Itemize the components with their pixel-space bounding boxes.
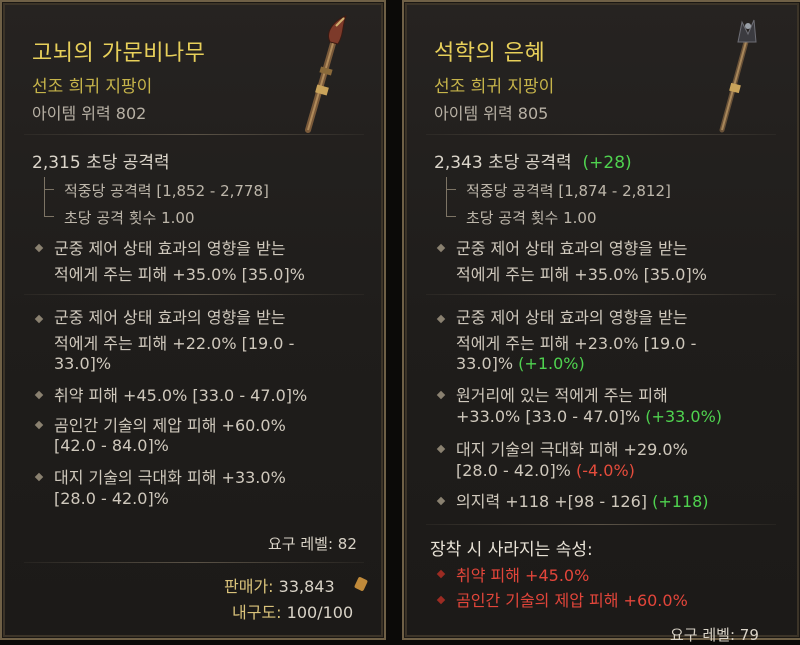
staff-icon [719, 19, 757, 133]
dps-value: 2,315 초당 공격력 [32, 153, 170, 173]
divider [24, 562, 364, 563]
implicit-line-1: 군중 제어 상태 효과의 영향을 받는 [456, 239, 688, 258]
affix-4-value: 의지력 +118 +[98 - 126] [456, 492, 648, 511]
affix-1-line-3: 33.0]% [54, 354, 112, 373]
affix-4-line-1: 의지력 +118 +[98 - 126] (+118) [456, 488, 709, 512]
affix-1-line-1: 군중 제어 상태 효과의 영향을 받는 [54, 308, 286, 327]
affix-1-line-2: 적에게 주는 피해 +23.0% [19.0 - [456, 334, 697, 353]
bullet-icon [436, 444, 446, 454]
bullet-icon [34, 472, 44, 482]
bullet-icon [436, 314, 446, 324]
divider [426, 134, 776, 135]
tree-line [446, 177, 447, 217]
affix-1-line-3: 33.0]% (+1.0%) [456, 354, 585, 373]
damage-per-hit: 적중당 공격력 [1,852 - 2,778] [64, 182, 269, 200]
required-level: 요구 레벨: 79 [670, 626, 759, 644]
affix-2-line-1: 취약 피해 +45.0% [33.0 - 47.0]% [54, 386, 308, 405]
item-power: 아이템 위력 805 [434, 104, 549, 123]
lost-affixes-header: 장착 시 사라지는 속성: [430, 540, 593, 560]
affix-2-line-2: +33.0% [33.0 - 47.0]% (+33.0%) [456, 407, 722, 426]
durability-label: 내구도: [232, 603, 282, 622]
tree-tick [446, 189, 456, 190]
affix-2-diff: (+33.0%) [645, 407, 723, 426]
item-tooltip-left: 고뇌의 가문비나무 선조 희귀 지팡이 아이템 위력 802 2,315 초당 … [0, 0, 386, 640]
divider [24, 294, 364, 295]
affix-3-line-1: 곰인간 기술의 제압 피해 +60.0% [54, 416, 286, 435]
item-type: 선조 희귀 지팡이 [434, 77, 555, 97]
dps-value: 2,343 초당 공격력 (+28) [434, 148, 632, 173]
bullet-icon [34, 314, 44, 324]
durability: 내구도: 100/100 [232, 599, 353, 623]
attacks-per-second: 초당 공격 횟수 1.00 [64, 209, 195, 227]
dps-number: 2,343 초당 공격력 [434, 153, 572, 173]
item-name: 고뇌의 가문비나무 [32, 41, 206, 66]
affix-3-line-1: 대지 기술의 극대화 피해 +29.0% [456, 440, 688, 459]
bullet-icon [436, 496, 446, 506]
affix-4-line-1: 대지 기술의 극대화 피해 +33.0% [54, 468, 286, 487]
implicit-line-2: 적에게 주는 피해 +35.0% [35.0]% [54, 265, 305, 284]
bullet-icon [436, 243, 446, 253]
bullet-icon [34, 420, 44, 430]
required-level: 요구 레벨: 82 [268, 535, 357, 553]
sell-price: 판매가: 33,843 [224, 573, 335, 597]
affix-3-diff: (-4.0%) [575, 461, 635, 480]
lost-affix-2: 곰인간 기술의 제압 피해 +60.0% [456, 591, 688, 610]
item-tooltip-right: 석학의 은혜 선조 희귀 지팡이 아이템 위력 805 2,343 초당 공격력… [402, 0, 800, 644]
implicit-line-2: 적에게 주는 피해 +35.0% [35.0]% [456, 265, 707, 284]
dps-diff: (+28) [582, 153, 632, 173]
durability-value: 100/100 [286, 603, 354, 622]
affix-3-line-2: [28.0 - 42.0]% (-4.0%) [456, 461, 635, 480]
item-power: 아이템 위력 802 [32, 104, 147, 123]
affix-3-line-2: [42.0 - 84.0]% [54, 436, 169, 455]
implicit-line-1: 군중 제어 상태 효과의 영향을 받는 [54, 239, 286, 258]
bullet-icon [34, 243, 44, 253]
sell-value: 33,843 [278, 577, 335, 596]
tree-tick [44, 216, 54, 217]
affix-1-value: 33.0]% [456, 354, 514, 373]
staff-icon [305, 15, 347, 133]
item-name: 석학의 은혜 [434, 41, 546, 66]
affix-2-value: +33.0% [33.0 - 47.0]% [456, 407, 641, 426]
tree-tick [44, 189, 54, 190]
affix-1-diff: (+1.0%) [518, 354, 585, 373]
item-type: 선조 희귀 지팡이 [32, 77, 153, 97]
sell-label: 판매가: [224, 577, 274, 596]
bullet-icon [436, 390, 446, 400]
affix-1-line-1: 군중 제어 상태 효과의 영향을 받는 [456, 308, 688, 327]
lost-affix-1: 취약 피해 +45.0% [456, 566, 590, 585]
attacks-per-second: 초당 공격 횟수 1.00 [466, 209, 597, 227]
damage-per-hit: 적중당 공격력 [1,874 - 2,812] [466, 182, 671, 200]
tree-tick [446, 216, 456, 217]
affix-3-value: [28.0 - 42.0]% [456, 461, 571, 480]
divider [426, 524, 776, 525]
affix-4-line-2: [28.0 - 42.0]% [54, 489, 169, 508]
divider [426, 294, 776, 295]
bullet-icon [34, 390, 44, 400]
bullet-icon [436, 595, 446, 605]
tree-line [44, 177, 45, 217]
affix-2-line-1: 원거리에 있는 적에게 주는 피해 [456, 386, 668, 405]
bullet-icon [436, 569, 446, 579]
affix-4-diff: (+118) [652, 492, 709, 511]
divider [24, 134, 364, 135]
affix-1-line-2: 적에게 주는 피해 +22.0% [19.0 - [54, 334, 295, 353]
gold-coin-icon [353, 576, 369, 592]
